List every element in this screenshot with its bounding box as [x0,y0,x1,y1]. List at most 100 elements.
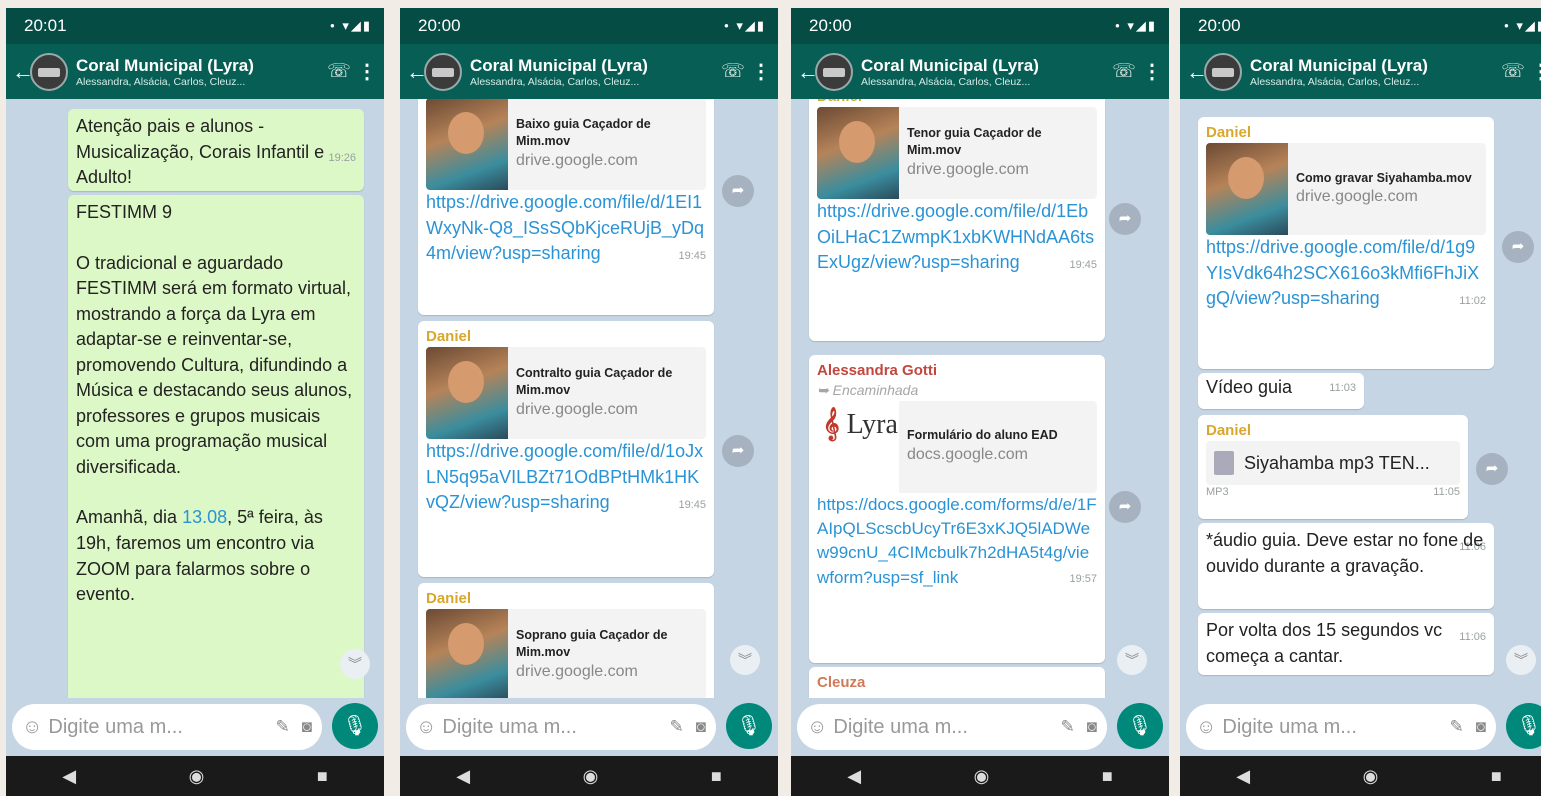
more-menu-icon[interactable]: ⋮ [750,59,772,84]
nav-back-icon[interactable]: ◀ [1236,766,1250,787]
forward-icon[interactable]: ➦ [1109,491,1141,523]
chat-area[interactable]: Atenção pais e alunos - Musicalização, C… [6,99,384,698]
clock: 20:01 [24,16,67,35]
back-arrow-icon[interactable]: ← [406,59,428,85]
nav-home-icon[interactable]: ◉ [583,766,599,787]
nav-back-icon[interactable]: ◀ [847,766,861,787]
nav-home-icon[interactable]: ◉ [189,766,205,787]
link-preview[interactable]: Baixo guia Caçador de Mim.mov drive.googl… [426,99,706,190]
group-avatar[interactable] [424,52,462,91]
more-menu-icon[interactable]: ⋮ [356,59,378,84]
group-avatar[interactable] [815,52,853,91]
chat-title-block[interactable]: Coral Municipal (Lyra) Alessandra, Alsác… [76,56,322,88]
camera-icon[interactable]: ◙ [1476,717,1486,737]
forward-icon[interactable]: ➦ [1502,231,1534,263]
paperclip-icon[interactable]: ✎ [1060,717,1074,737]
chat-title-block[interactable]: Coral Municipal (Lyra) Alessandra, Alsác… [1250,56,1496,88]
chat-area[interactable]: Baixo guia Caçador de Mim.mov drive.googl… [400,99,778,698]
message-link[interactable]: https://drive.google.com/file/d/1g9YIsVd… [1206,235,1486,312]
message-bubble[interactable]: Baixo guia Caçador de Mim.mov drive.googl… [418,99,714,315]
paperclip-icon[interactable]: ✎ [1449,717,1463,737]
back-arrow-icon[interactable]: ← [797,59,819,85]
link-preview[interactable]: Tenor guia Caçador de Mim.mov drive.googl… [817,107,1097,200]
audio-document[interactable]: Siyahamba mp3 TEN... [1206,441,1460,486]
chat-area[interactable]: Daniel Tenor guia Caçador de Mim.mov driv… [791,99,1169,698]
chat-area[interactable]: Daniel Como gravar Siyahamba.mov drive.go… [1180,99,1541,698]
camera-icon[interactable]: ◙ [1087,717,1097,737]
message-bubble[interactable]: Daniel Soprano guia Caçador de Mim.mov dr… [418,583,714,698]
microphone-icon[interactable]: 🎙︎ [1506,703,1541,749]
add-call-icon[interactable]: ☏ [716,60,750,83]
date-link[interactable]: 13.08 [182,507,227,527]
add-call-icon[interactable]: ☏ [1107,60,1141,83]
video-thumbnail [1206,143,1288,236]
nav-back-icon[interactable]: ◀ [456,766,470,787]
camera-icon[interactable]: ◙ [302,717,312,737]
scroll-down-icon[interactable]: ︾ [340,649,370,679]
message-bubble[interactable]: Daniel Siyahamba mp3 TEN... MP3 11:05 [1198,415,1468,519]
forward-icon[interactable]: ➦ [1109,203,1141,235]
group-avatar[interactable] [1204,52,1242,91]
message-input[interactable]: ☺ Digite uma m... ✎ ◙ [1186,704,1496,750]
message-bubble[interactable]: Vídeo guia 11:03 [1198,373,1364,409]
scroll-down-icon[interactable]: ︾ [1117,645,1147,675]
more-menu-icon[interactable]: ⋮ [1530,59,1541,84]
more-menu-icon[interactable]: ⋮ [1141,59,1163,84]
chat-title-block[interactable]: Coral Municipal (Lyra) Alessandra, Alsác… [861,56,1107,88]
message-link[interactable]: https://drive.google.com/file/d/1EbOiLHa… [817,199,1097,276]
back-arrow-icon[interactable]: ← [1186,59,1208,85]
nav-recent-icon[interactable]: ■ [1102,766,1113,787]
microphone-icon[interactable]: 🎙︎ [726,703,772,749]
scroll-down-icon[interactable]: ︾ [1506,645,1536,675]
message-bubble[interactable]: Atenção pais e alunos - Musicalização, C… [68,109,364,191]
camera-icon[interactable]: ◙ [696,717,706,737]
video-thumbnail [426,347,508,440]
nav-recent-icon[interactable]: ■ [711,766,722,787]
message-bubble[interactable]: Daniel Contralto guia Caçador de Mim.mov… [418,321,714,577]
android-nav-bar: ◀ ◉ ■ [791,756,1169,796]
emoji-icon[interactable]: ☺ [416,716,436,739]
microphone-icon[interactable]: 🎙︎ [332,703,378,749]
message-link[interactable]: https://drive.google.com/file/d/1EI1WxyN… [426,190,706,267]
nav-home-icon[interactable]: ◉ [1363,766,1379,787]
message-link[interactable]: https://drive.google.com/file/d/1oJxLN5q… [426,439,706,516]
back-arrow-icon[interactable]: ← [12,59,34,85]
message-input[interactable]: ☺ Digite uma m... ✎ ◙ [797,704,1107,750]
message-bubble[interactable]: Daniel Tenor guia Caçador de Mim.mov driv… [809,99,1105,341]
link-preview[interactable]: Soprano guia Caçador de Mim.mov drive.goo… [426,609,706,698]
message-bubble[interactable]: Cleuza [809,667,1105,698]
group-avatar[interactable] [30,52,68,91]
link-preview[interactable]: Contralto guia Caçador de Mim.mov drive.g… [426,347,706,440]
forward-icon[interactable]: ➦ [1476,453,1508,485]
message-link[interactable]: https://docs.google.com/forms/d/e/1FAIpQ… [817,493,1097,590]
paperclip-icon[interactable]: ✎ [275,717,289,737]
microphone-icon[interactable]: 🎙︎ [1117,703,1163,749]
sender-name: Daniel [1206,422,1252,439]
link-preview[interactable]: 𝄞 Lyra Formulário do aluno EAD docs.googl… [817,401,1097,494]
signal-icons: • ▾◢▮ [1115,18,1157,33]
emoji-icon[interactable]: ☺ [22,716,42,739]
add-call-icon[interactable]: ☏ [1496,60,1530,83]
forward-icon[interactable]: ➦ [722,175,754,207]
paperclip-icon[interactable]: ✎ [669,717,683,737]
add-call-icon[interactable]: ☏ [322,60,356,83]
nav-recent-icon[interactable]: ■ [1491,766,1502,787]
lyra-logo-thumbnail: 𝄞 Lyra [817,401,899,494]
message-bubble[interactable]: FESTIMM 9 O tradicional e aguardado FEST… [68,195,364,698]
message-bubble[interactable]: Por volta dos 15 segundos vc começa a ca… [1198,613,1494,675]
message-bubble[interactable]: *áudio guia. Deve estar no fone de ouvid… [1198,523,1494,609]
nav-back-icon[interactable]: ◀ [62,766,76,787]
emoji-icon[interactable]: ☺ [807,716,827,739]
chat-title-block[interactable]: Coral Municipal (Lyra) Alessandra, Alsác… [470,56,716,88]
nav-home-icon[interactable]: ◉ [974,766,990,787]
message-input[interactable]: ☺ Digite uma m... ✎ ◙ [12,704,322,750]
scroll-down-icon[interactable]: ︾ [730,645,760,675]
nav-recent-icon[interactable]: ■ [317,766,328,787]
message-bubble[interactable]: Daniel Como gravar Siyahamba.mov drive.go… [1198,117,1494,369]
emoji-icon[interactable]: ☺ [1196,716,1216,739]
forward-icon[interactable]: ➦ [722,435,754,467]
link-preview[interactable]: Como gravar Siyahamba.mov drive.google.co… [1206,143,1486,236]
message-time: 19:45 [678,249,706,262]
message-bubble[interactable]: Alessandra Gotti ➥ Encaminhada 𝄞 Lyra Fo… [809,355,1105,663]
message-input[interactable]: ☺ Digite uma m... ✎ ◙ [406,704,716,750]
